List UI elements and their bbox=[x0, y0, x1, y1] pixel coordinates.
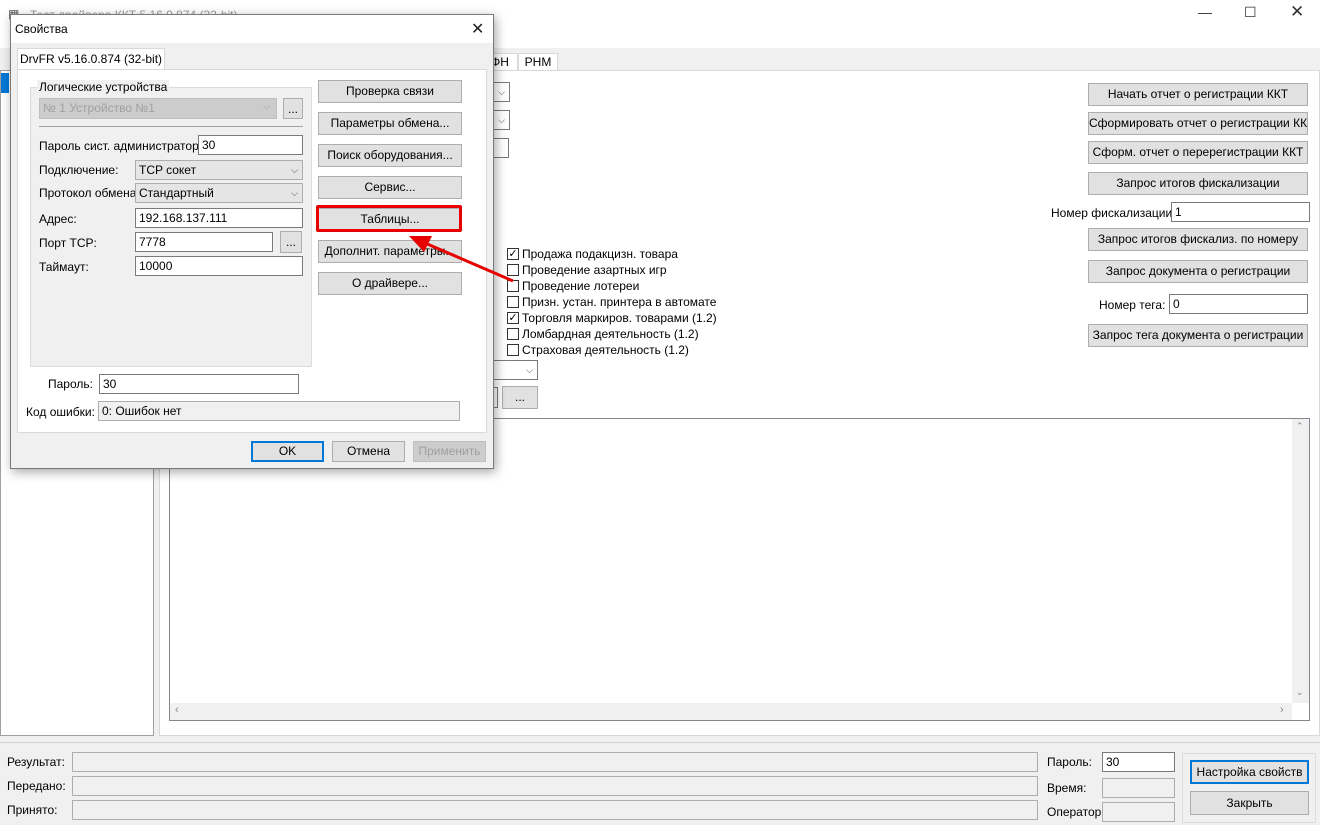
arrow-shaft bbox=[424, 241, 514, 283]
annotation-arrow bbox=[409, 236, 514, 283]
